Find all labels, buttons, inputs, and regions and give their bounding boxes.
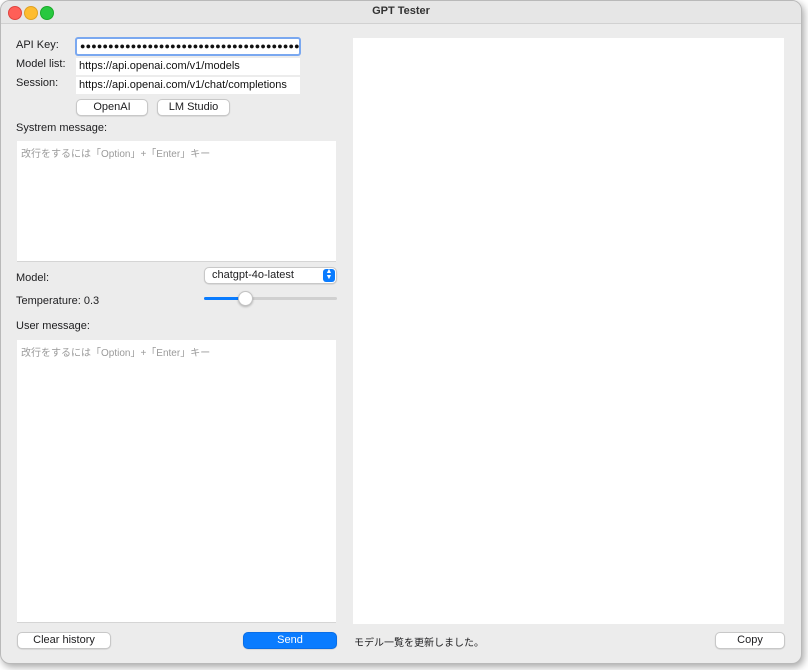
window-title: GPT Tester (372, 5, 430, 17)
system-message-input[interactable]: 改行をするには「Option」+「Enter」キー (17, 141, 336, 262)
system-message-label: Systrem message: (16, 122, 108, 134)
chevron-updown-icon: ▲ ▼ (323, 268, 335, 282)
app-window: GPT Tester API Key: ●●●●●●●●●●●●●●●●●●●●… (0, 0, 802, 664)
api-key-field[interactable]: ●●●●●●●●●●●●●●●●●●●●●●●●●●●●●●●●●●●●●●● (75, 37, 301, 56)
openai-preset-button[interactable]: OpenAI (76, 99, 148, 116)
temperature-slider[interactable] (204, 297, 337, 300)
lm-studio-preset-button[interactable]: LM Studio (157, 99, 230, 116)
model-select[interactable]: chatgpt-4o-latest ▲ ▼ (204, 267, 337, 284)
session-label: Session: (16, 77, 59, 89)
model-select-value: chatgpt-4o-latest (212, 269, 294, 281)
copy-button[interactable]: Copy (715, 632, 785, 649)
user-message-input[interactable]: 改行をするには「Option」+「Enter」キー (17, 340, 336, 623)
model-list-url-field[interactable]: https://api.openai.com/v1/models (76, 58, 300, 75)
model-list-label: Model list: (16, 58, 66, 70)
model-label: Model: (16, 272, 50, 284)
system-message-placeholder: 改行をするには「Option」+「Enter」キー (21, 149, 211, 160)
clear-history-button[interactable]: Clear history (17, 632, 111, 649)
user-message-label: User message: (16, 320, 90, 332)
temperature-label: Temperature: 0.3 (16, 295, 100, 307)
response-output-area[interactable] (353, 38, 784, 624)
user-message-placeholder: 改行をするには「Option」+「Enter」キー (21, 348, 211, 359)
session-url-field[interactable]: https://api.openai.com/v1/chat/completio… (76, 77, 300, 94)
api-key-label: API Key: (16, 39, 59, 51)
title-bar: GPT Tester (1, 1, 801, 24)
temperature-slider-knob[interactable] (238, 291, 254, 306)
send-button[interactable]: Send (243, 632, 337, 649)
status-text: モデル一覧を更新しました。 (354, 638, 484, 649)
